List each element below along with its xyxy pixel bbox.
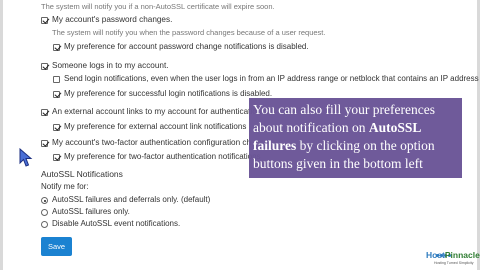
logo-wordmark: HostPinnacle [426,250,480,260]
login-preference-checkbox[interactable] [53,91,60,98]
login-preference-label: My preference for successful login notif… [64,89,273,98]
external-link-preference-checkbox[interactable] [53,124,60,131]
tutorial-caption-box: You can also fill your preferences about… [249,98,462,189]
login-all-ips-label: Send login notifications, even when the … [64,74,479,83]
autossl-option-disable-label: Disable AutoSSL event notifications. [52,219,181,228]
external-link-checkbox[interactable] [41,109,48,116]
two-factor-preference-label: My preference for two-factor authenticat… [64,152,261,161]
certificate-expiry-help: The system will notify you if a non-Auto… [41,2,275,11]
external-link-label: An external account links to my account … [52,107,262,116]
autossl-option-disable-radio[interactable] [41,221,48,228]
hostpinnacle-logo: HostPinnacle Hosting Turned Simplicity [426,244,480,268]
login-notification-label: Someone logs in to my account. [52,61,169,70]
password-preference-label: My preference for account password chang… [64,42,309,51]
two-factor-preference-checkbox[interactable] [53,154,60,161]
password-preference-checkbox[interactable] [53,44,60,51]
autossl-option-failures-only-label: AutoSSL failures only. [52,207,130,216]
login-notification-checkbox[interactable] [41,63,48,70]
two-factor-checkbox[interactable] [41,140,48,147]
logo-tagline: Hosting Turned Simplicity [434,261,474,265]
autossl-option-failures-deferrals-radio[interactable] [41,197,48,204]
password-change-label: My account's password changes. [52,15,173,24]
login-all-ips-checkbox[interactable] [53,76,60,83]
autossl-option-failures-only-radio[interactable] [41,209,48,216]
notify-me-label: Notify me for: [41,182,89,191]
external-link-preference-label: My preference for external account link … [64,122,247,131]
autossl-option-failures-deferrals-label: AutoSSL failures and deferrals only. (de… [52,195,211,204]
password-change-checkbox[interactable] [41,17,48,24]
save-button[interactable]: Save [41,237,72,256]
two-factor-label: My account's two-factor authentication c… [52,138,252,147]
password-change-help: The system will notify you when the pass… [52,28,326,37]
mouse-pointer-icon [19,148,33,167]
tutorial-caption-text: You can also fill your preferences about… [253,101,461,191]
autossl-section-title: AutoSSL Notifications [41,169,123,179]
